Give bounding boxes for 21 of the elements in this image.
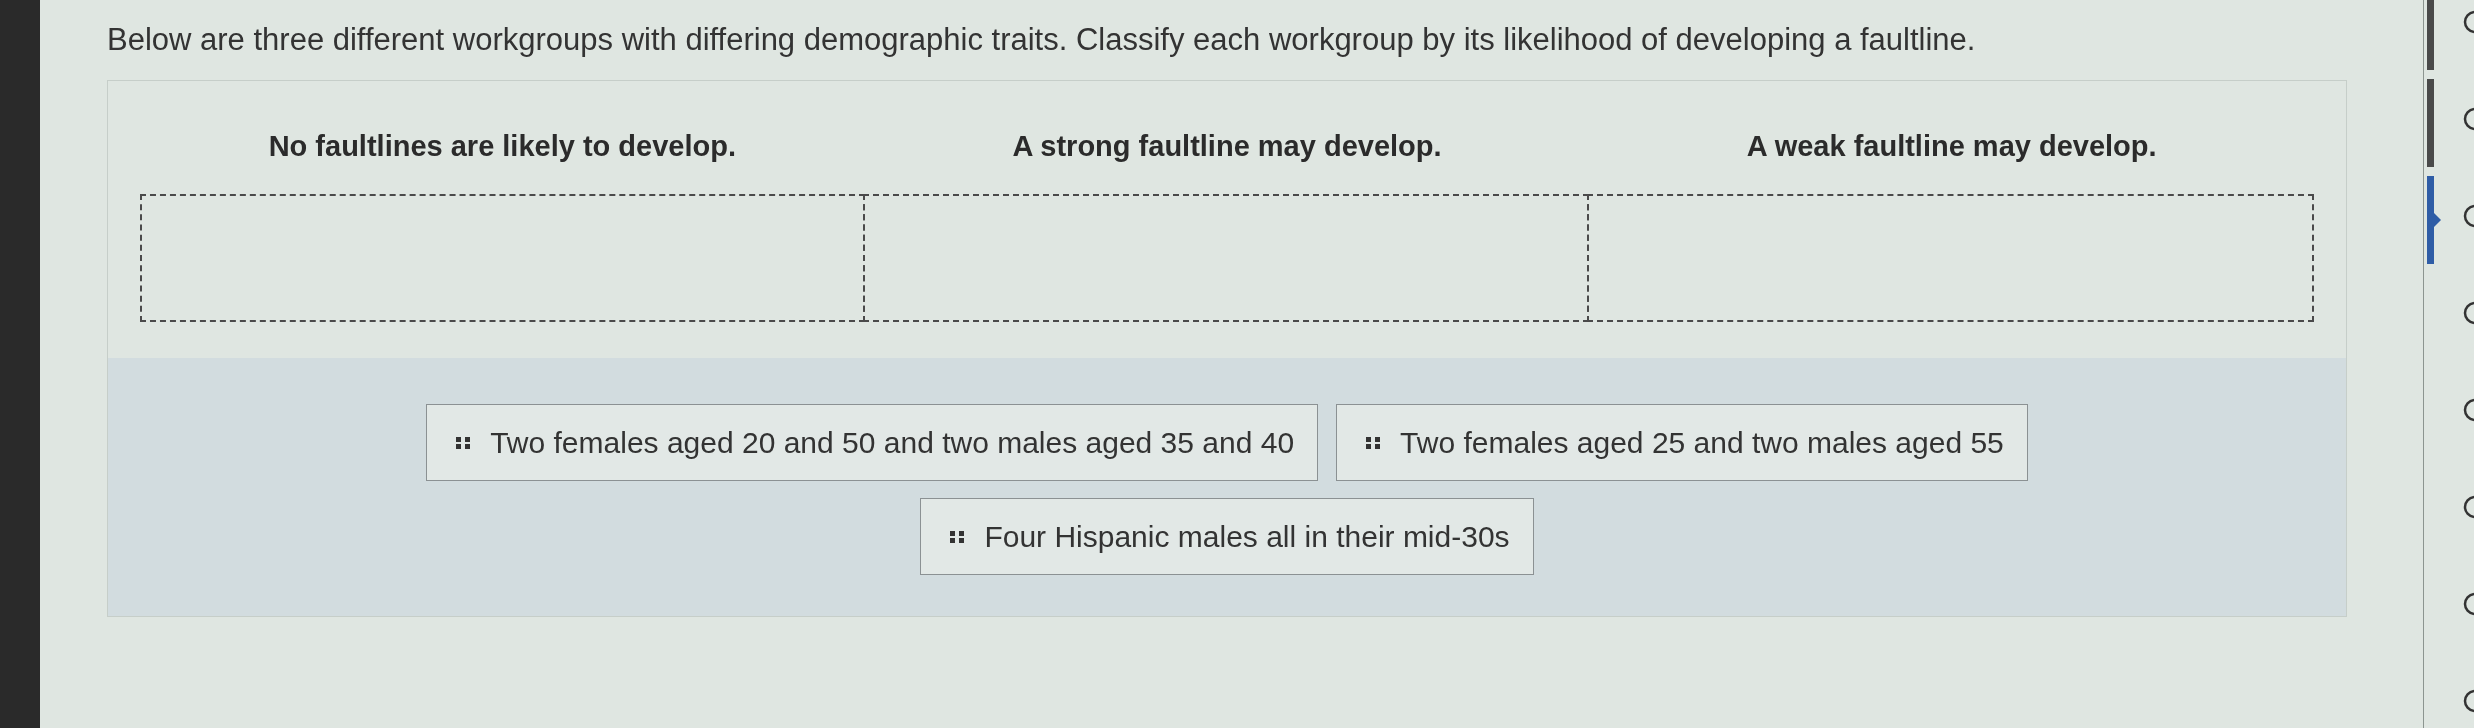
- drag-handle-icon: [456, 436, 471, 449]
- ring-icon[interactable]: [2463, 10, 2474, 34]
- ring-icon[interactable]: [2463, 204, 2474, 228]
- ring-icon[interactable]: [2463, 689, 2474, 713]
- drop-zone[interactable]: [862, 194, 1590, 322]
- answer-card[interactable]: Two females aged 20 and 50 and two males aged 35 and 40: [426, 404, 1319, 481]
- drop-zone[interactable]: [1587, 194, 2314, 322]
- category-heading: A strong faultline may develop.: [1012, 129, 1442, 163]
- category-heading: A weak faultline may develop.: [1746, 129, 2157, 163]
- ring-icon[interactable]: [2463, 301, 2474, 325]
- drop-zone[interactable]: [140, 194, 865, 322]
- instruction-text: Below are three different workgroups with differing demographic traits. Classify each workgroup by its likelihood of developing a faultline.: [107, 22, 1977, 58]
- ring-icon[interactable]: [2463, 495, 2474, 519]
- drag-handle-icon: [1366, 436, 1381, 449]
- ring-icon[interactable]: [2463, 398, 2474, 422]
- category-heading: No faultlines are likely to develop.: [268, 129, 736, 163]
- answer-card[interactable]: Four Hispanic males all in their mid-30s: [920, 498, 1534, 575]
- answer-card[interactable]: Two females aged 25 and two males aged 55: [1336, 404, 2028, 481]
- ring-icon[interactable]: [2463, 107, 2474, 131]
- drag-handle-icon: [950, 530, 965, 543]
- ring-icon[interactable]: [2463, 592, 2474, 616]
